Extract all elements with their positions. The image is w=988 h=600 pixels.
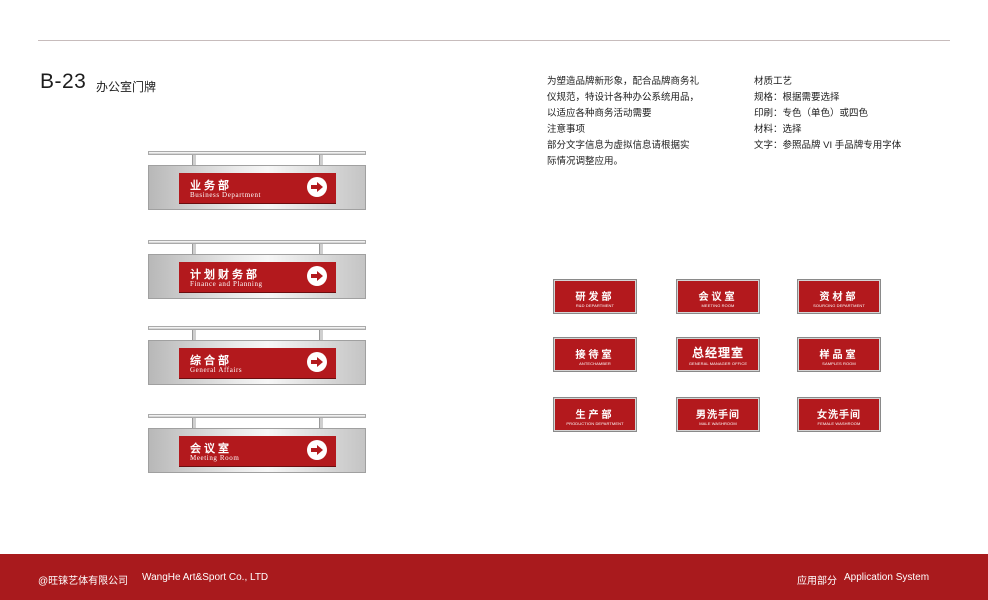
sign-plate: 计划财务部 Finance and Planning <box>148 254 366 299</box>
plate-name-en: MALE WASHROOM <box>699 421 737 426</box>
sign-hanger <box>192 244 196 254</box>
sign-panel: 计划财务部 Finance and Planning <box>179 262 336 292</box>
circle-arrow-right-icon <box>307 266 327 286</box>
spec-line: 文字：参照品牌 VI 手品牌专用字体 <box>754 140 902 151</box>
section-name-en: Application System <box>844 572 930 583</box>
plate-name-en: PRODUCTION DEPARTMENT <box>566 421 624 426</box>
sign-hanger <box>319 330 323 340</box>
plate-name-cn: 女洗手间 <box>817 410 861 421</box>
plate-name-en: MEETING ROOM <box>701 303 735 308</box>
sign-name-en: Meeting Room <box>190 454 240 462</box>
description-line: 仪规范，特设计各种办公系统用品， <box>547 92 700 103</box>
sign-rail <box>148 240 366 244</box>
page-title: 办公室门牌 <box>96 80 157 94</box>
hanging-sign: 业务部 Business Department <box>148 151 366 213</box>
plate-name-en: ANTECHAMBER <box>579 361 611 366</box>
description-line: 注意事项 <box>547 124 586 135</box>
plate-name-cn: 会议室 <box>698 292 738 303</box>
plate-name-en: R&D DEPARTMENT <box>575 303 615 308</box>
spec-line: 材料：选择 <box>754 124 802 135</box>
description-line: 为塑造品牌新形象，配合品牌商务礼 <box>547 76 700 87</box>
spec-line: 材质工艺 <box>754 76 793 87</box>
hanging-sign: 综合部 General Affairs <box>148 326 366 388</box>
plate-name-cn: 接待室 <box>575 350 615 361</box>
top-divider <box>38 40 950 41</box>
company-name-en: WangHe Art&Sport Co., LTD <box>142 572 269 583</box>
company-name-cn: @旺铼艺体有限公司 <box>38 576 129 587</box>
sign-hanger <box>319 418 323 428</box>
plate-name-cn: 资材部 <box>819 292 859 303</box>
sign-panel: 综合部 General Affairs <box>179 348 336 378</box>
page-code: B-23 <box>40 70 87 93</box>
door-plate: 总经理室 GENERAL MANAGER OFFICE <box>676 337 760 372</box>
sign-hanger <box>192 330 196 340</box>
door-plate: 研发部 R&D DEPARTMENT <box>553 279 637 314</box>
description-text: 为塑造品牌新形象，配合品牌商务礼 仪规范，特设计各种办公系统用品， 以适应各种商… <box>547 74 727 170</box>
circle-arrow-right-icon <box>307 352 327 372</box>
description-line: 以适应各种商务活动需要 <box>547 108 652 119</box>
sign-panel: 会议室 Meeting Room <box>179 436 336 466</box>
sign-name-en: General Affairs <box>190 366 243 374</box>
sign-plate: 业务部 Business Department <box>148 165 366 210</box>
plate-name-cn: 总经理室 <box>691 346 744 360</box>
plate-name-en: FEMALE WASHROOM <box>817 421 861 426</box>
sign-hanger <box>192 418 196 428</box>
door-plate: 样品室 SAMPLES ROOM <box>797 337 881 372</box>
sign-panel: 业务部 Business Department <box>179 173 336 203</box>
sign-plate: 综合部 General Affairs <box>148 340 366 385</box>
spec-text: 材质工艺 规格：根据需要选择 印刷：专色（单色）或四色 材料：选择 文字：参照品… <box>754 74 901 154</box>
spec-line: 规格：根据需要选择 <box>754 92 840 103</box>
plate-name-cn: 生产部 <box>575 410 615 421</box>
footer-bar: @旺铼艺体有限公司 WangHe Art&Sport Co., LTD 应用部分… <box>0 554 988 600</box>
description-line: 部分文字信息为虚拟信息请根据实 <box>547 140 690 151</box>
sign-hanger <box>319 244 323 254</box>
hanging-sign: 会议室 Meeting Room <box>148 414 366 476</box>
plate-name-cn: 男洗手间 <box>696 410 740 421</box>
door-plate: 生产部 PRODUCTION DEPARTMENT <box>553 397 637 432</box>
plate-name-cn: 样品室 <box>819 350 859 361</box>
plate-name-en: SOURCING DEPARTMENT <box>813 303 865 308</box>
sign-rail <box>148 326 366 330</box>
door-plate: 女洗手间 FEMALE WASHROOM <box>797 397 881 432</box>
sign-hanger <box>192 155 196 165</box>
section-name-cn: 应用部分 <box>797 576 837 587</box>
plate-name-en: SAMPLES ROOM <box>822 361 856 366</box>
circle-arrow-right-icon <box>307 177 327 197</box>
door-plate: 男洗手间 MALE WASHROOM <box>676 397 760 432</box>
sign-hanger <box>319 155 323 165</box>
description-line: 际情况调整应用。 <box>547 156 624 167</box>
sign-plate: 会议室 Meeting Room <box>148 428 366 473</box>
spec-line: 印刷：专色（单色）或四色 <box>754 108 869 119</box>
door-plate: 接待室 ANTECHAMBER <box>553 337 637 372</box>
sign-name-en: Business Department <box>190 191 262 199</box>
door-plate: 会议室 MEETING ROOM <box>676 279 760 314</box>
circle-arrow-right-icon <box>307 440 327 460</box>
sign-name-en: Finance and Planning <box>190 280 263 288</box>
plate-name-en: GENERAL MANAGER OFFICE <box>688 361 748 366</box>
hanging-sign: 计划财务部 Finance and Planning <box>148 240 366 302</box>
door-plate: 资材部 SOURCING DEPARTMENT <box>797 279 881 314</box>
sign-rail <box>148 414 366 418</box>
plate-name-cn: 研发部 <box>575 292 615 303</box>
sign-rail <box>148 151 366 155</box>
